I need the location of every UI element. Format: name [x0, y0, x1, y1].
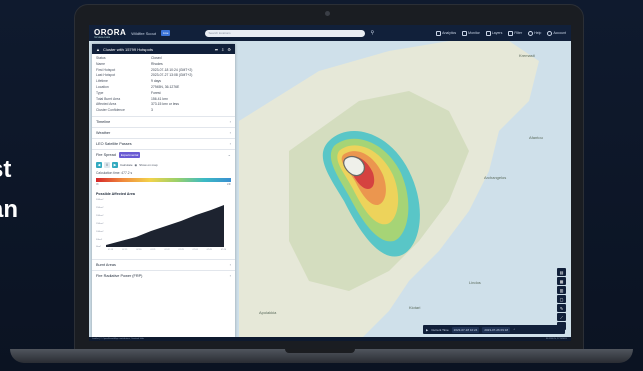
hero-line-2: an — [0, 196, 19, 223]
hero-line-1: st — [0, 156, 12, 183]
affected-area-title: Possible Affected Area — [96, 191, 135, 196]
time-bar: ▶ Current Time 2023-07-18 10:24 2023-07-… — [423, 325, 565, 334]
ramp-max: 24h — [227, 182, 231, 186]
top-menu: Analytics Monitor Layers Filter Help Acc… — [436, 30, 566, 36]
play-icon[interactable]: ◀ — [96, 161, 102, 168]
chevron-down-icon: ⌄ — [227, 152, 231, 158]
y-tick: 150km² — [96, 222, 104, 225]
spread-controls: ◀ ‖ ▶ Calculate ◉ Show on map — [96, 161, 231, 168]
chevron-right-icon: › — [229, 273, 231, 279]
app-screen: ORORA TECHNOLOGIES Wildfire Scout Live Se… — [89, 25, 571, 341]
cluster-info: Status Closed Name Rhodes First Hotspot 202… — [92, 54, 235, 116]
map-tools: ▤ ▦ ▥ ▢ ✎ ⟋ ⤢ — [557, 268, 566, 330]
affected-area-chart: 300km² 250km² 200km² 150km² 100km² 50km²… — [96, 199, 231, 257]
draw-tool-icon[interactable]: ✎ — [557, 304, 566, 312]
menu-layers[interactable]: Layers — [485, 30, 502, 36]
info-row: Cluster Confidence 3 — [96, 108, 153, 113]
map-label-kiotari: Kiotari — [409, 305, 421, 310]
live-badge: Live — [160, 30, 171, 36]
chevron-right-icon: › — [229, 130, 231, 136]
workspace-name: Wildfire Scout — [131, 30, 156, 36]
layers-tool-icon[interactable]: ▤ — [557, 268, 566, 276]
monitor-icon — [462, 30, 468, 36]
y-tick: 50km² — [96, 238, 103, 241]
menu-monitor[interactable]: Monitor — [462, 30, 480, 36]
panel-header: ▲ Cluster with 15799 Hotspots ➦ ⇩ ⚙ — [92, 44, 235, 54]
attribution: Leaflet | © OpenStreetMap contributors, … — [92, 338, 144, 340]
account-icon — [547, 30, 553, 36]
x-ticks: 07-18 07-19 07-20 07-21 07-22 07-23 07-24 07-25… — [108, 248, 226, 251]
export-icon[interactable]: ⇩ — [221, 47, 224, 52]
fire-spread-body: ◀ ‖ ▶ Calculate ◉ Show on map Calculatio… — [92, 160, 235, 259]
experimental-badge: Experimental — [118, 151, 141, 158]
share-icon[interactable]: ➦ — [215, 47, 218, 52]
laptop-notch — [285, 349, 355, 353]
forward-icon[interactable]: ▶ — [112, 161, 118, 168]
search-input[interactable]: Search locations — [205, 29, 366, 37]
map-label-archangelos: Archangelos — [484, 175, 507, 180]
cursor-coordinates: 36.1180 N, 27.9430 E — [545, 338, 567, 340]
y-tick: 300km² — [96, 198, 104, 201]
ramp-min: 0h — [96, 182, 99, 186]
menu-account[interactable]: Account — [547, 30, 566, 36]
step-icon[interactable]: ‖ — [104, 161, 110, 168]
section-weather[interactable]: Weather › — [92, 126, 235, 138]
spread-color-ramp — [96, 177, 231, 182]
show-on-map-button[interactable]: Show on map — [139, 163, 157, 167]
panel-title: Cluster with 15799 Hotspots — [102, 46, 153, 52]
hero-text: st an — [0, 150, 18, 230]
status-strip: Leaflet | © OpenStreetMap contributors, … — [89, 337, 571, 341]
measure-tool-icon[interactable]: ⟋ — [557, 313, 566, 321]
section-timeline[interactable]: Timeline › — [92, 115, 235, 127]
grid-tool-icon[interactable]: ▦ — [557, 277, 566, 285]
play-icon[interactable]: ▶ — [426, 328, 428, 332]
table-tool-icon[interactable]: ▥ — [557, 286, 566, 294]
camera-dot — [325, 11, 330, 16]
menu-filter[interactable]: Filter — [508, 30, 522, 36]
menu-analytics[interactable]: Analytics — [436, 30, 456, 36]
map-label-kremasti: Kremasti — [519, 53, 535, 58]
section-fire-spread[interactable]: Fire Spread Experimental ⌄ — [92, 148, 235, 160]
search-icon[interactable]: ⚲ — [370, 30, 374, 36]
y-tick: 200km² — [96, 214, 104, 217]
map-label-lindos: Lindos — [469, 280, 481, 285]
cluster-panel: ▲ Cluster with 15799 Hotspots ➦ ⇩ ⚙ Stat… — [92, 44, 235, 338]
app-logo: ORORA TECHNOLOGIES — [94, 27, 127, 39]
filter-icon — [508, 30, 514, 36]
chevron-right-icon: › — [229, 141, 231, 147]
map-label-afantou: Afantou — [529, 135, 543, 140]
layers-icon — [485, 30, 491, 36]
section-leo-passes[interactable]: LEO Satellite Passes › — [92, 137, 235, 149]
time-end-field[interactable]: 2023-07-26 09:18 — [482, 326, 511, 333]
fire-icon: ▲ — [96, 46, 100, 52]
square-tool-icon[interactable]: ▢ — [557, 295, 566, 303]
help-icon — [528, 30, 534, 36]
calculate-button[interactable]: Calculate — [120, 163, 133, 167]
time-bar-label: Current Time — [431, 327, 449, 332]
calculation-time: Calculation time: 477.2 s — [96, 170, 133, 175]
map-label-apolakkia: Apolakkia — [259, 310, 277, 315]
top-bar: ORORA TECHNOLOGIES Wildfire Scout Live Se… — [89, 25, 571, 41]
y-tick: 100km² — [96, 230, 104, 233]
chevron-right-icon: › — [229, 119, 231, 125]
chevron-up-icon[interactable]: ⌃ — [513, 328, 516, 332]
laptop-frame: ORORA TECHNOLOGIES Wildfire Scout Live Se… — [74, 4, 584, 351]
section-burnt-areas[interactable]: Burnt Areas › — [92, 258, 235, 270]
chevron-right-icon: › — [229, 262, 231, 268]
y-tick: 250km² — [96, 206, 104, 209]
eye-icon: ◉ — [134, 162, 138, 167]
section-frp[interactable]: Fire Radiative Power (FRP) › — [92, 269, 235, 281]
y-tick: 0km² — [96, 245, 101, 248]
chart-icon — [436, 30, 442, 36]
search-placeholder: Search locations — [208, 31, 231, 35]
time-start-field[interactable]: 2023-07-18 10:24 — [451, 326, 480, 333]
area-plot — [106, 204, 224, 247]
settings-icon[interactable]: ⚙ — [227, 47, 231, 52]
menu-help[interactable]: Help — [528, 30, 541, 36]
